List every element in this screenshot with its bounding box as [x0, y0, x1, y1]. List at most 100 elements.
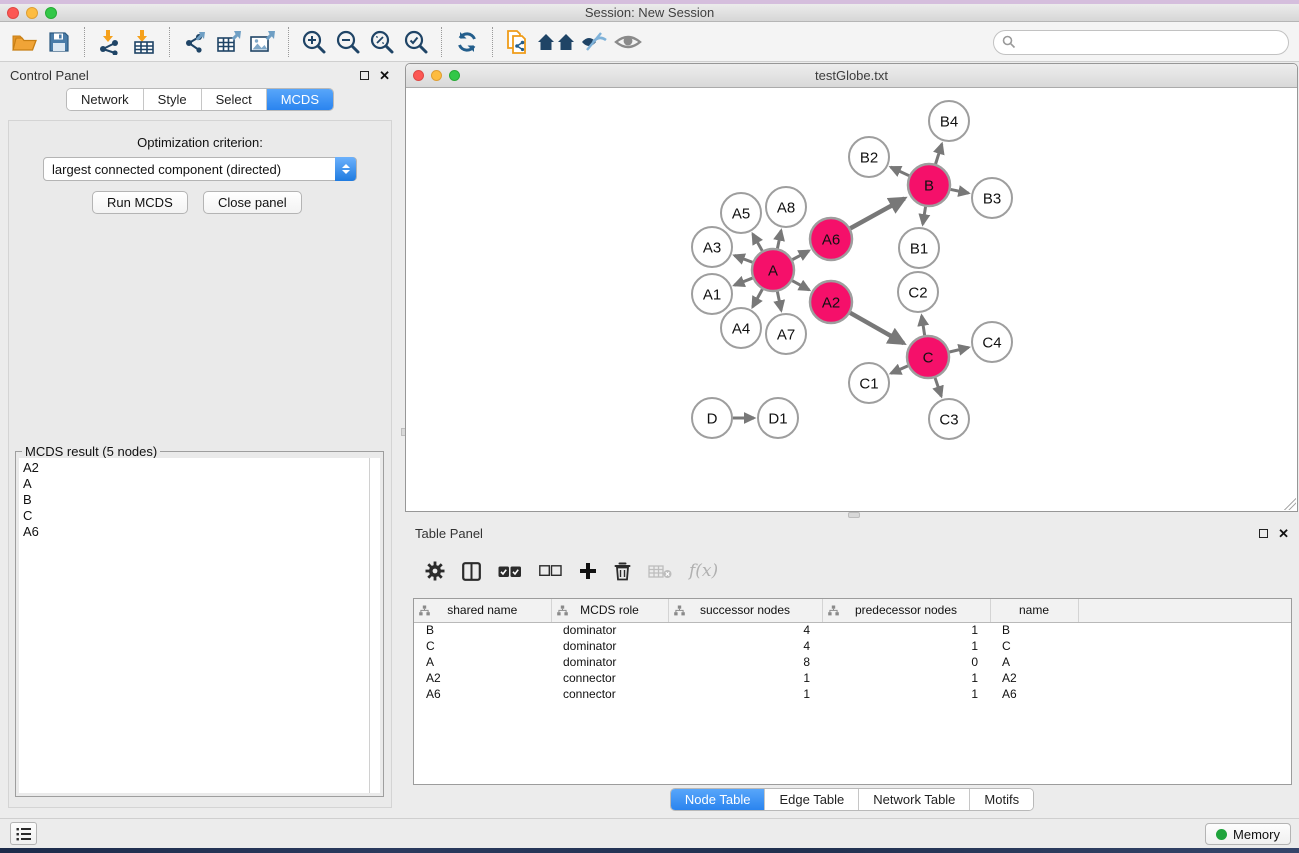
cell-predecessor-nodes[interactable]: 0 [822, 654, 990, 670]
cell-predecessor-nodes[interactable]: 1 [822, 670, 990, 686]
task-history-button[interactable] [10, 822, 37, 845]
graph-node-D1[interactable]: D1 [758, 398, 798, 438]
cell-shared-name[interactable]: B [414, 622, 551, 638]
zoom-out-button[interactable] [331, 26, 365, 58]
cell-mcds-role[interactable]: dominator [551, 638, 668, 654]
table-row[interactable]: A6connector11A6 [414, 686, 1291, 702]
graph-edge-C-C1[interactable] [891, 366, 908, 373]
graph-node-B3[interactable]: B3 [972, 178, 1012, 218]
cell-mcds-role[interactable]: dominator [551, 654, 668, 670]
tab-select[interactable]: Select [202, 89, 267, 110]
graph-node-A[interactable]: A [752, 249, 794, 291]
close-panel-icon[interactable]: ✕ [1278, 527, 1289, 540]
graph-edge-C-C3[interactable] [935, 378, 941, 396]
graph-node-B1[interactable]: B1 [899, 228, 939, 268]
mcds-result-list[interactable]: A2ABCA6 [19, 458, 369, 793]
cell-name[interactable]: A6 [990, 686, 1078, 702]
memory-button[interactable]: Memory [1205, 823, 1291, 845]
show-panels-button[interactable] [611, 26, 645, 58]
cell-predecessor-nodes[interactable]: 1 [822, 622, 990, 638]
cell-shared-name[interactable]: C [414, 638, 551, 654]
export-network-button[interactable] [178, 26, 212, 58]
graph-node-D[interactable]: D [692, 398, 732, 438]
import-table-button[interactable] [127, 26, 161, 58]
function-builder-button[interactable]: f(x) [689, 561, 718, 581]
cell-mcds-role[interactable]: connector [551, 686, 668, 702]
open-file-button[interactable] [8, 26, 42, 58]
refresh-view-button[interactable] [450, 26, 484, 58]
graph-edge-A-A2[interactable] [792, 281, 809, 290]
graph-edge-B-B3[interactable] [951, 189, 969, 193]
cell-mcds-role[interactable]: dominator [551, 622, 668, 638]
graph-edge-B-B1[interactable] [923, 207, 926, 225]
graph-edge-C-C4[interactable] [949, 347, 968, 352]
table-options-gear-button[interactable] [425, 561, 445, 581]
graph-edge-A-A3[interactable] [734, 255, 752, 262]
horizontal-splitter[interactable] [405, 512, 1299, 520]
graph-node-A7[interactable]: A7 [766, 314, 806, 354]
graph-node-C2[interactable]: C2 [898, 272, 938, 312]
graph-edge-A-A7[interactable] [777, 292, 781, 311]
graph-node-A3[interactable]: A3 [692, 227, 732, 267]
graph-node-C1[interactable]: C1 [849, 363, 889, 403]
run-mcds-button[interactable]: Run MCDS [92, 191, 188, 214]
table-row[interactable]: Bdominator41B [414, 622, 1291, 638]
deselect-all-columns-button[interactable] [539, 565, 562, 577]
node-table[interactable]: shared nameMCDS rolesuccessor nodesprede… [414, 599, 1291, 702]
graph-edge-A-A8[interactable] [777, 231, 781, 249]
graph-node-C[interactable]: C [907, 336, 949, 378]
close-panel-icon[interactable]: ✕ [379, 69, 390, 82]
save-session-button[interactable] [42, 26, 76, 58]
graph-node-A4[interactable]: A4 [721, 308, 761, 348]
tab-node-table[interactable]: Node Table [671, 789, 766, 810]
column-header-predecessor-nodes[interactable]: predecessor nodes [822, 599, 990, 622]
graph-node-A1[interactable]: A1 [692, 274, 732, 314]
mcds-result-item[interactable]: A2 [23, 460, 369, 476]
export-table-button[interactable] [212, 26, 246, 58]
cell-successor-nodes[interactable]: 8 [668, 654, 822, 670]
graph-node-A5[interactable]: A5 [721, 193, 761, 233]
graph-node-A2[interactable]: A2 [810, 281, 852, 323]
delete-table-button[interactable] [648, 564, 672, 579]
search-input[interactable] [993, 30, 1289, 55]
tab-motifs[interactable]: Motifs [970, 789, 1033, 810]
tab-network-table[interactable]: Network Table [859, 789, 970, 810]
cell-successor-nodes[interactable]: 4 [668, 622, 822, 638]
cell-predecessor-nodes[interactable]: 1 [822, 638, 990, 654]
delete-column-button[interactable] [614, 561, 631, 581]
mcds-result-item[interactable]: A6 [23, 524, 369, 540]
splitter-handle[interactable] [848, 512, 860, 518]
add-column-button[interactable] [579, 562, 597, 580]
cell-shared-name[interactable]: A2 [414, 670, 551, 686]
zoom-in-button[interactable] [297, 26, 331, 58]
graph-node-A8[interactable]: A8 [766, 187, 806, 227]
graph-edge-A-A5[interactable] [753, 234, 762, 251]
new-network-from-selection-button[interactable] [501, 26, 535, 58]
split-panel-button[interactable] [462, 562, 481, 581]
table-row[interactable]: A2connector11A2 [414, 670, 1291, 686]
graph-node-B2[interactable]: B2 [849, 137, 889, 177]
tab-network[interactable]: Network [67, 89, 144, 110]
graph-edge-A-A6[interactable] [792, 251, 809, 260]
cell-successor-nodes[interactable]: 4 [668, 638, 822, 654]
export-image-button[interactable] [246, 26, 280, 58]
close-panel-button[interactable]: Close panel [203, 191, 302, 214]
graph-edge-A-A1[interactable] [734, 278, 752, 285]
column-header-mcds-role[interactable]: MCDS role [551, 599, 668, 622]
float-panel-icon[interactable] [360, 71, 369, 80]
hide-panels-button[interactable] [577, 26, 611, 58]
cell-successor-nodes[interactable]: 1 [668, 686, 822, 702]
window-resize-grip[interactable] [1284, 498, 1296, 510]
cell-name[interactable]: B [990, 622, 1078, 638]
network-graph[interactable]: B4B2BB3A8A5A6A3B1AC2A1A2A4A7C4CC1C3DD1 [406, 88, 1297, 511]
graph-edge-A6-B[interactable] [850, 199, 904, 229]
network-window-titlebar[interactable]: testGlobe.txt [406, 64, 1297, 88]
import-network-button[interactable] [93, 26, 127, 58]
graph-edge-B-B2[interactable] [891, 167, 909, 176]
mcds-result-item[interactable]: C [23, 508, 369, 524]
mcds-result-item[interactable]: B [23, 492, 369, 508]
graph-edge-A2-C[interactable] [850, 313, 904, 343]
cell-mcds-role[interactable]: connector [551, 670, 668, 686]
cell-shared-name[interactable]: A6 [414, 686, 551, 702]
tab-mcds[interactable]: MCDS [267, 89, 333, 110]
